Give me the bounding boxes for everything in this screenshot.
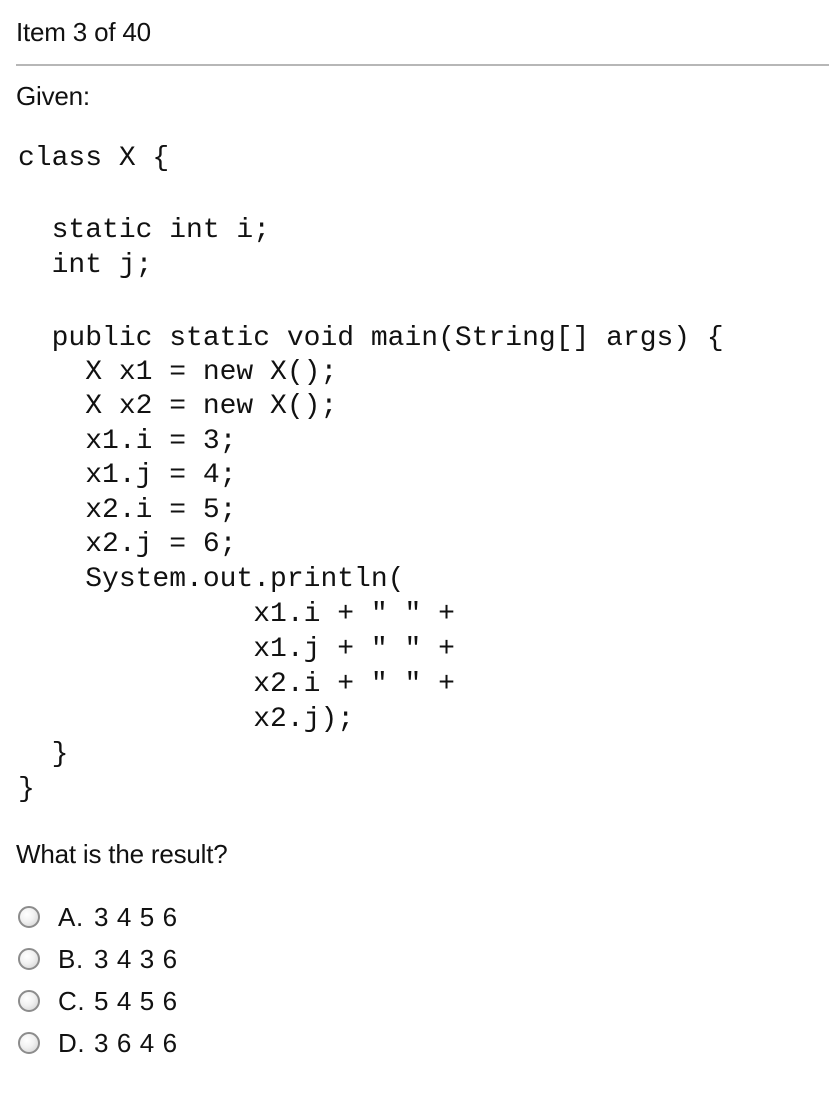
- choice-text: 3 6 4 6: [94, 1028, 178, 1058]
- code-line: }: [18, 739, 69, 770]
- choice-label: C. 5 4 5 6: [58, 983, 178, 1019]
- radio-button-icon[interactable]: [18, 906, 40, 928]
- radio-button-icon[interactable]: [18, 1032, 40, 1054]
- code-line: class X {: [18, 143, 170, 174]
- code-line: }: [18, 774, 35, 805]
- code-line: X x1 = new X();: [18, 357, 338, 388]
- choice-letter: D.: [58, 1028, 86, 1058]
- code-line: x2.j);: [18, 704, 355, 735]
- answer-choices: A. 3 4 5 6 B. 3 4 3 6 C. 5 4 5 6 D. 3 6 4 6: [18, 896, 798, 1064]
- choice-d[interactable]: D. 3 6 4 6: [18, 1022, 798, 1064]
- choice-letter: B.: [58, 944, 84, 974]
- choice-c[interactable]: C. 5 4 5 6: [18, 980, 798, 1022]
- choice-label: D. 3 6 4 6: [58, 1025, 178, 1061]
- code-line: x2.i + " " +: [18, 669, 455, 700]
- choice-b[interactable]: B. 3 4 3 6: [18, 938, 798, 980]
- code-line: x1.j + " " +: [18, 634, 455, 665]
- code-line: x2.j = 6;: [18, 529, 237, 560]
- choice-letter: A.: [58, 902, 84, 932]
- code-line: x1.j = 4;: [18, 460, 237, 491]
- choice-text: 3 4 5 6: [94, 902, 178, 932]
- choice-text: 5 4 5 6: [94, 986, 178, 1016]
- choice-label: A. 3 4 5 6: [58, 899, 178, 935]
- item-counter: Item 3 of 40: [16, 17, 151, 47]
- code-line: System.out.println(: [18, 564, 405, 595]
- code-line: x2.i = 5;: [18, 495, 237, 526]
- choice-label: B. 3 4 3 6: [58, 941, 178, 977]
- question-intro: Given:: [16, 81, 90, 111]
- radio-button-icon[interactable]: [18, 948, 40, 970]
- code-line: int j;: [18, 250, 153, 281]
- code-line: X x2 = new X();: [18, 391, 338, 422]
- code-line: static int i;: [18, 215, 271, 246]
- choice-a[interactable]: A. 3 4 5 6: [18, 896, 798, 938]
- code-line: public static void main(String[] args) {: [18, 323, 724, 354]
- code-line: x1.i + " " +: [18, 599, 455, 630]
- code-line: x1.i = 3;: [18, 426, 237, 457]
- header-divider: [16, 64, 829, 66]
- choice-letter: C.: [58, 986, 86, 1016]
- question-prompt: What is the result?: [16, 839, 228, 869]
- choice-text: 3 4 3 6: [94, 944, 178, 974]
- radio-button-icon[interactable]: [18, 990, 40, 1012]
